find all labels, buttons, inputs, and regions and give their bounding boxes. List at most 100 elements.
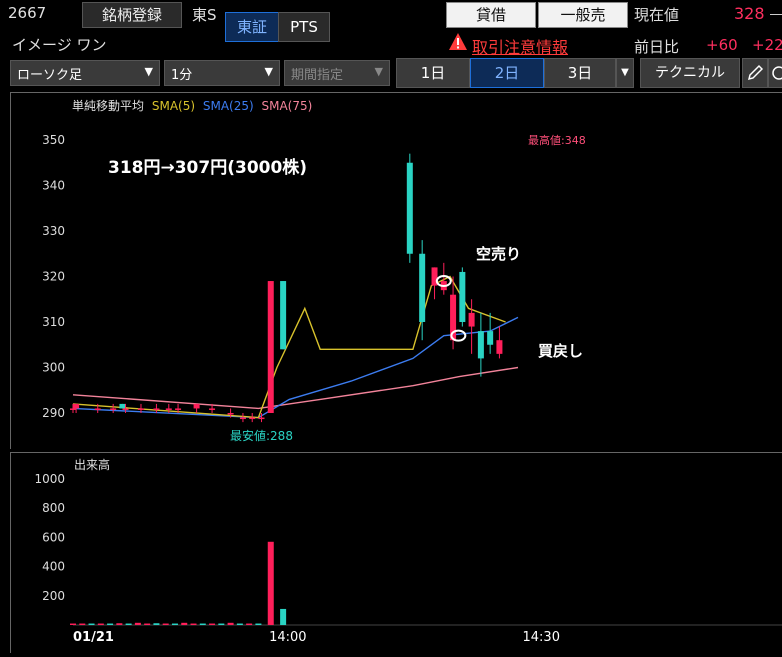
tab-day3[interactable]: 3日 [544,58,616,88]
candle-body [153,408,160,410]
chevron-down-icon: ▼ [144,65,153,78]
volume-tick-label: 600 [42,530,65,544]
candle-body [175,408,182,410]
volume-bar [79,623,86,625]
tab-tse[interactable]: 東証 [225,12,279,42]
candle-body [137,408,144,410]
volume-bar [227,622,234,625]
volume-chart[interactable]: 200 400 600 800 1000 01/21 14:00 14:30 [11,453,782,653]
divider [770,14,782,15]
volume-tick-label: 800 [42,501,65,515]
price-chart-panel: 290 300 310 320 330 340 350 [10,92,782,449]
volume-bar [199,623,206,625]
volume-bar [144,623,151,625]
candle-body [70,408,76,410]
register-button[interactable]: 銘柄登録 [82,2,182,28]
chart-legend: 単純移動平均 SMA(5) SMA(25) SMA(75) [72,97,312,114]
low-annotation: 最安値:288 [230,429,293,443]
legend-title: 単純移動平均 [72,99,145,113]
volume-bar [209,623,216,625]
price-label: 現在値 [634,6,680,24]
settings-icon[interactable] [768,58,782,88]
candle-body [419,253,426,322]
volume-bar [116,623,123,625]
tab-day2[interactable]: 2日 [470,58,544,88]
pencil-icon[interactable] [742,58,768,88]
chevron-down-icon: ▼ [374,65,383,78]
candle-body [209,408,216,410]
y-tick-label: 350 [42,133,65,147]
y-tick-label: 310 [42,315,65,329]
stock-name: イメージ ワン [12,36,107,54]
volume-tick-label: 1000 [34,472,65,486]
y-tick-label: 300 [42,361,65,375]
candle-body [227,413,234,415]
tab-day1[interactable]: 1日 [396,58,470,88]
candle-body [193,403,200,409]
volume-bar [162,623,169,625]
volume-bar [125,623,132,625]
buy-back-annotation: 買戻し [538,342,584,360]
general-sell-button[interactable]: 一般売 [538,2,628,28]
volume-tick-label: 200 [42,589,65,603]
change-value: +60 [706,36,738,54]
trade-annotation: 318円→307円(3000株) [108,158,308,178]
y-tick-label: 330 [42,224,65,238]
tab-pts[interactable]: PTS [278,12,330,42]
interval-select[interactable]: 1分 ▼ [164,60,280,86]
lend-button[interactable]: 貸借 [446,2,536,28]
short-sell-annotation: 空売り [476,245,522,263]
volume-bar [246,623,253,625]
volume-bar [134,622,141,625]
candle-body [94,408,101,410]
candle-body [258,417,265,420]
volume-bar [97,623,104,625]
candle-body [496,340,503,354]
legend-sma5: SMA(5) [151,99,196,113]
price-chart[interactable]: 290 300 310 320 330 340 350 [11,93,782,449]
volume-bar [267,541,274,625]
volume-tick-label: 400 [42,560,65,574]
volume-bar [280,608,287,625]
candle-body [73,403,80,409]
candle-body [267,281,274,413]
stock-code: 2667 [8,4,47,22]
y-tick-label: 290 [42,406,65,420]
volume-bar [190,623,197,625]
candle-body [165,408,172,410]
candle-body [487,331,494,345]
x-tick-label: 14:30 [523,630,560,645]
candle-body [122,408,129,410]
current-price: 328 [734,4,765,23]
chart-type-select[interactable]: ローソク足 ▼ [10,60,160,86]
candle-body [459,271,466,322]
change-percent: +22 [752,36,782,54]
volume-bar [181,622,188,625]
y-tick-label: 340 [42,179,65,193]
warning-icon [448,32,468,52]
candle-body [249,417,256,420]
sma5-line [72,275,506,419]
period-select[interactable]: 期間指定 ▼ [284,60,390,86]
chevron-down-icon[interactable]: ▼ [616,58,634,88]
volume-bar [70,623,76,625]
candle-body [110,408,117,410]
x-tick-label: 14:00 [269,630,306,645]
interval-label: 1分 [171,68,193,83]
candle-body [406,162,413,254]
volume-bar [236,623,243,625]
volume-bar [171,623,178,625]
candle-body [468,312,475,327]
high-annotation: 最高値:348 [528,134,586,147]
legend-sma25: SMA(25) [202,99,254,113]
period-label: 期間指定 [291,68,344,83]
chart-type-label: ローソク足 [17,68,83,83]
technical-button[interactable]: テクニカル [640,58,740,88]
candle-body [477,331,484,359]
market-label: 東S [192,6,217,24]
chevron-down-icon: ▼ [264,65,273,78]
candle-body [280,281,287,350]
legend-sma75: SMA(75) [261,99,313,113]
volume-panel: 200 400 600 800 1000 01/21 14:00 14:30 [10,452,782,653]
warning-link[interactable]: 取引注意情報 [472,34,568,58]
